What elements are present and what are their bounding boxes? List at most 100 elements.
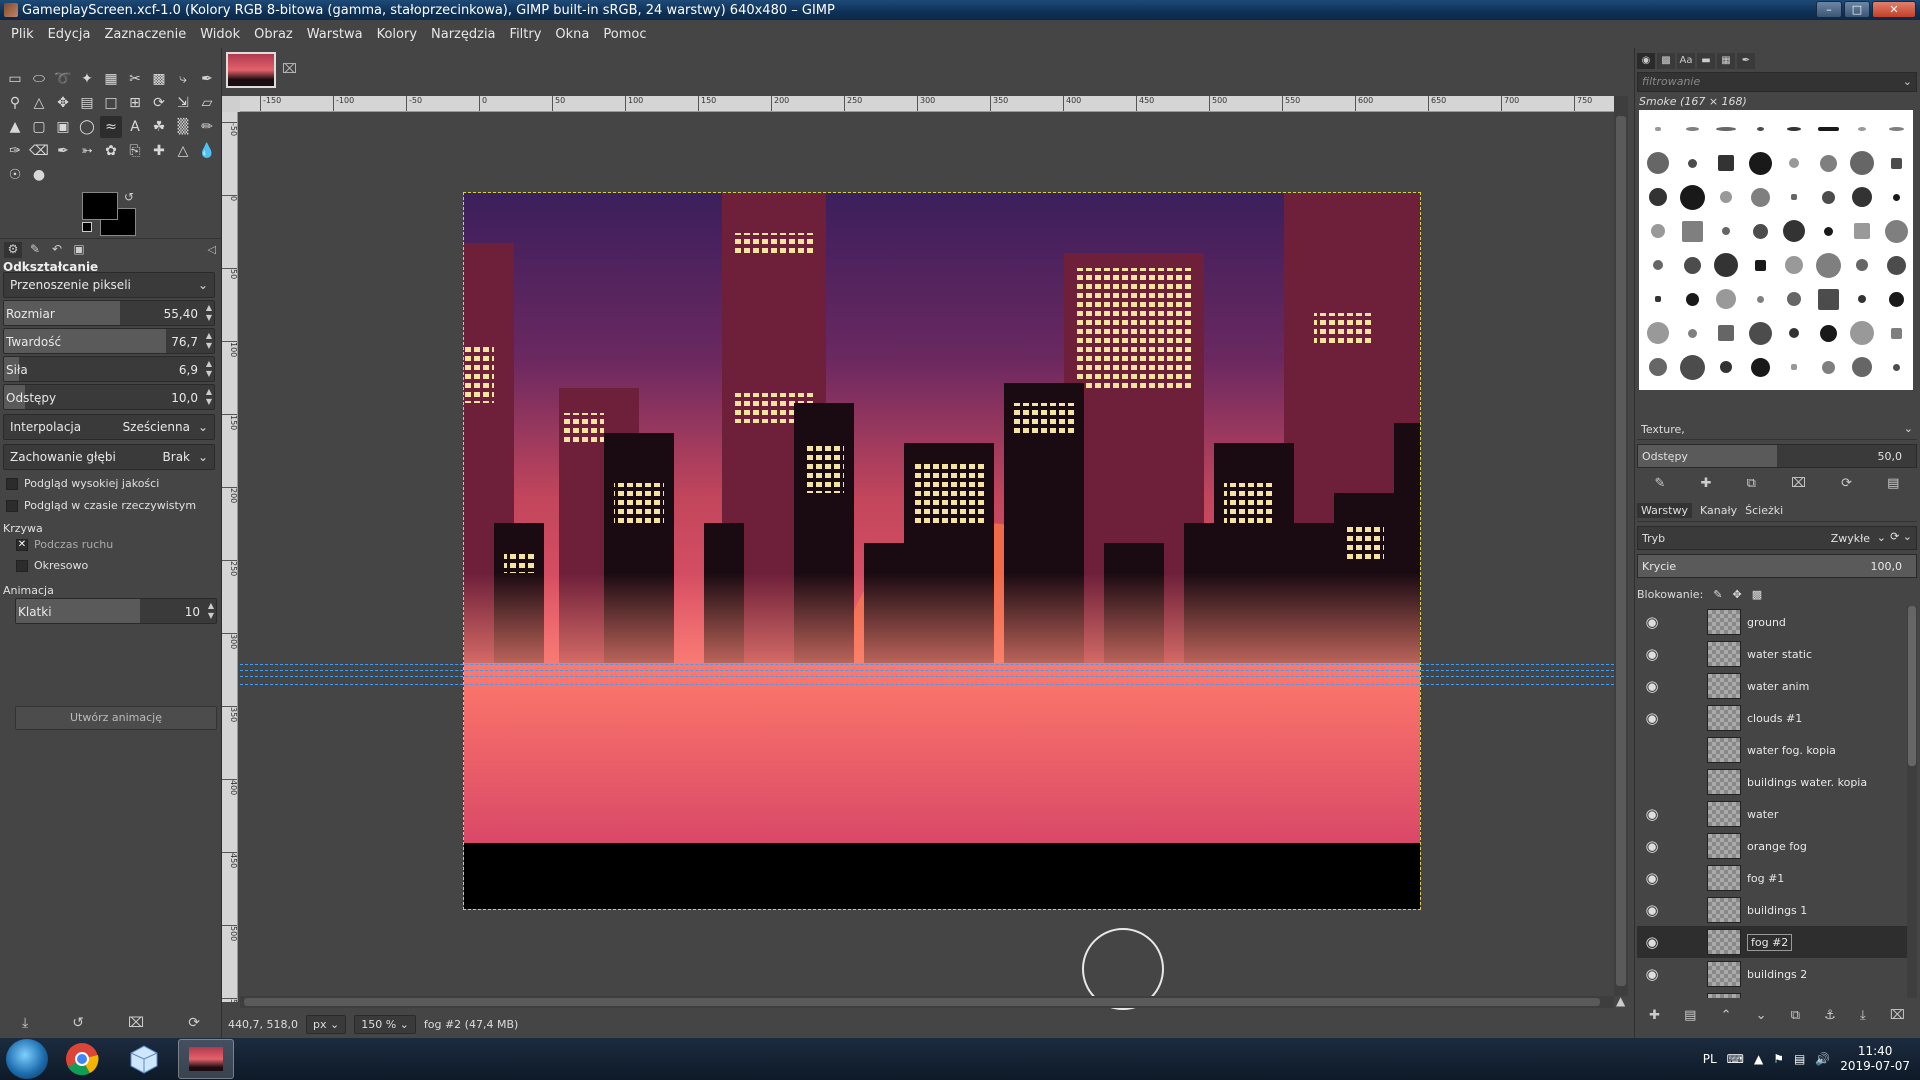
size-slider[interactable]: Rozmiar 55,40 ▲ ▼ <box>3 300 215 326</box>
brush-preset[interactable] <box>1845 282 1879 316</box>
volume-icon[interactable]: 🔊 <box>1815 1052 1830 1066</box>
spinner-icon[interactable]: ▲ ▼ <box>208 601 214 621</box>
edit-brush-icon[interactable]: ✎ <box>1655 476 1666 491</box>
3d-transform-icon[interactable]: ▢ <box>28 116 50 138</box>
reset-mode-icon[interactable]: ⟳ ⌄ <box>1890 530 1912 543</box>
brush-preset[interactable] <box>1641 248 1675 282</box>
brush-preset[interactable] <box>1709 282 1743 316</box>
brush-preset[interactable] <box>1879 282 1913 316</box>
clock[interactable]: 11:40 2019-07-07 <box>1840 1044 1910 1074</box>
menu-tools[interactable]: Narzędzia <box>424 27 503 42</box>
image-canvas[interactable] <box>463 192 1421 910</box>
menu-windows[interactable]: Okna <box>548 27 596 42</box>
reset-options-icon[interactable]: ⟳ <box>188 1015 200 1031</box>
brush-preset[interactable] <box>1879 248 1913 282</box>
keyboard-icon[interactable]: ⌨ <box>1727 1052 1744 1066</box>
brush-preset[interactable] <box>1777 248 1811 282</box>
scrollbar-thumb[interactable] <box>244 998 1600 1006</box>
visibility-eye-icon[interactable]: ◉ <box>1637 645 1667 663</box>
warp-transform-icon[interactable]: ≈ <box>100 116 122 138</box>
brush-preset[interactable] <box>1641 282 1675 316</box>
lasso-icon[interactable]: ➰ <box>52 68 74 90</box>
new-brush-icon[interactable]: ✚ <box>1701 476 1712 491</box>
ink-icon[interactable]: ➳ <box>76 140 98 162</box>
brush-preset[interactable] <box>1675 214 1709 248</box>
visibility-eye-icon[interactable]: ◉ <box>1637 709 1667 727</box>
interpolation-select[interactable]: Interpolacja Sześcienna ⌄ <box>3 414 215 440</box>
brush-preset[interactable] <box>1777 180 1811 214</box>
brush-preset[interactable] <box>1675 146 1709 180</box>
layer-row[interactable]: buildings water. kopia <box>1637 766 1907 798</box>
lock-position-icon[interactable]: ✥ <box>1733 588 1742 601</box>
dynamics-tab-icon[interactable]: ✒ <box>1737 53 1755 69</box>
mypaint-brush-icon[interactable]: ✿ <box>100 140 122 162</box>
brush-preset[interactable] <box>1709 146 1743 180</box>
brush-preset[interactable] <box>1709 214 1743 248</box>
perspective-icon[interactable]: ▲ <box>4 116 26 138</box>
minimize-button[interactable]: – <box>1816 1 1842 18</box>
spacing-slider[interactable]: Odstępy 10,0 ▲ ▼ <box>3 384 215 410</box>
menu-file[interactable]: Plik <box>4 27 41 42</box>
save-options-icon[interactable]: ⤓ <box>22 1015 28 1031</box>
visibility-eye-icon[interactable]: ◉ <box>1637 869 1667 887</box>
restore-options-icon[interactable]: ↺ <box>72 1015 84 1031</box>
layer-row[interactable]: ◉ buildings 1 <box>1637 894 1907 926</box>
layer-thumbnail[interactable] <box>1707 961 1741 987</box>
layer-name[interactable]: fog #2 <box>1747 933 1793 951</box>
zoom-select[interactable]: 150 % ⌄ <box>354 1014 416 1034</box>
scale-icon[interactable]: ⇲ <box>172 92 194 114</box>
periodically-option[interactable]: Okresowo <box>16 559 88 572</box>
images-tab-icon[interactable]: ▣ <box>70 242 88 258</box>
measure-icon[interactable]: △ <box>28 92 50 114</box>
layer-row[interactable]: ◉ water <box>1637 798 1907 830</box>
layer-row[interactable]: ◉ buildings 2 <box>1637 958 1907 990</box>
visibility-eye-icon[interactable]: ◉ <box>1637 901 1667 919</box>
brush-preset[interactable] <box>1845 316 1879 350</box>
visibility-eye-icon[interactable]: ◉ <box>1637 933 1667 951</box>
eraser-icon[interactable]: ⌫ <box>28 140 50 162</box>
pencil-icon[interactable]: ✏ <box>196 116 218 138</box>
brush-preset[interactable] <box>1641 316 1675 350</box>
fuzzy-select-icon[interactable]: ✦ <box>76 68 98 90</box>
visibility-eye-icon[interactable]: ◉ <box>1637 677 1667 695</box>
foreground-color-swatch[interactable] <box>82 192 118 220</box>
network-icon[interactable]: ▤ <box>1794 1052 1805 1066</box>
delete-layer-icon[interactable]: ⌧ <box>1890 1008 1905 1023</box>
brush-preset[interactable] <box>1777 146 1811 180</box>
layer-row[interactable]: ◉ clouds #1 <box>1637 702 1907 734</box>
brush-preset[interactable] <box>1641 180 1675 214</box>
menu-filters[interactable]: Filtry <box>503 27 549 42</box>
new-layer-icon[interactable]: ✚ <box>1649 1008 1660 1023</box>
brush-preset[interactable] <box>1743 180 1777 214</box>
horizontal-ruler[interactable]: -150 -100 -50 0 50 100 150 200 250 300 350 400 450 50… <box>240 96 1614 112</box>
layer-opacity-slider[interactable]: Krycie 100,0 <box>1637 554 1917 578</box>
layer-name[interactable]: clouds #1 <box>1747 712 1802 725</box>
brush-spacing-slider[interactable]: Odstępy 50,0 <box>1637 444 1917 468</box>
menu-edit[interactable]: Edycja <box>41 27 98 42</box>
layer-name[interactable]: buildings 2 <box>1747 968 1807 981</box>
layer-thumbnail[interactable] <box>1707 705 1741 731</box>
layer-name[interactable]: water <box>1747 808 1778 821</box>
layer-mode-select[interactable]: Tryb Zwykłe ⌄ ⟳ ⌄ <box>1637 526 1917 550</box>
realtime-preview-option[interactable]: Podgląd w czasie rzeczywistym <box>6 499 196 512</box>
brush-preset[interactable] <box>1811 214 1845 248</box>
brush-preset[interactable] <box>1709 350 1743 384</box>
brush-preset[interactable] <box>1879 180 1913 214</box>
scissors-icon[interactable]: ✂ <box>124 68 146 90</box>
merge-layer-icon[interactable]: ⤓ <box>1860 1008 1866 1023</box>
brush-preset[interactable] <box>1777 350 1811 384</box>
brush-preset[interactable] <box>1845 112 1879 146</box>
brush-preset[interactable] <box>1845 214 1879 248</box>
brush-preset[interactable] <box>1709 112 1743 146</box>
handle-transform-icon[interactable]: ▣ <box>52 116 74 138</box>
brush-preset[interactable] <box>1675 350 1709 384</box>
brush-preset[interactable] <box>1811 146 1845 180</box>
brush-preset[interactable] <box>1743 248 1777 282</box>
brush-preset[interactable] <box>1641 350 1675 384</box>
layer-row[interactable]: ◉fog #3 <box>1637 990 1907 998</box>
menu-colors[interactable]: Kolory <box>370 27 424 42</box>
during-motion-option[interactable]: ✕ Podczas ruchu <box>16 538 113 551</box>
unit-select[interactable]: px ⌄ <box>305 1014 347 1034</box>
layer-thumbnail[interactable] <box>1707 801 1741 827</box>
depth-select[interactable]: Zachowanie głębi Brak ⌄ <box>3 444 215 470</box>
